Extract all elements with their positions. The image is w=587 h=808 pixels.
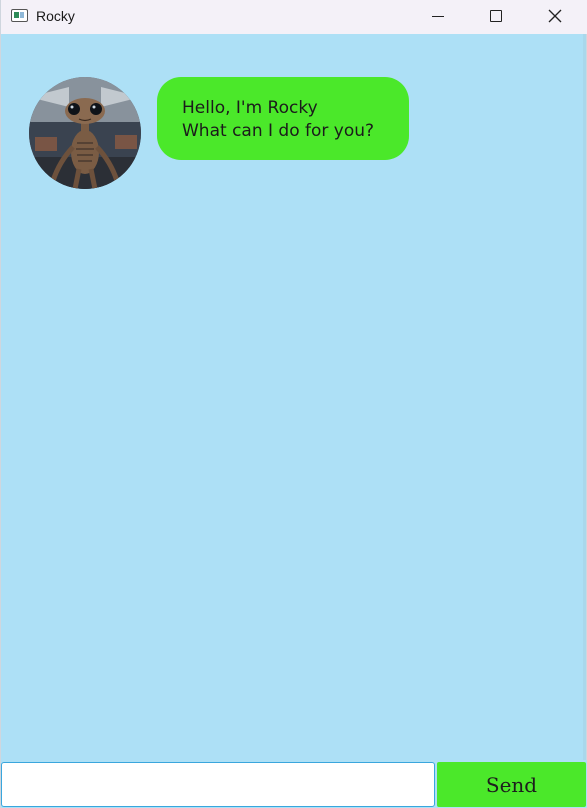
scrollbar[interactable] (583, 34, 586, 760)
message-bubble: Hello, I'm Rocky What can I do for you? (157, 77, 409, 160)
close-icon (548, 9, 562, 23)
minimize-button[interactable] (415, 0, 461, 32)
maximize-icon (490, 10, 502, 22)
close-button[interactable] (532, 0, 578, 32)
app-window: Rocky Hello, I'm Rocky What can I do for… (0, 0, 587, 808)
alien-avatar-image (29, 77, 141, 189)
window-title: Rocky (36, 8, 75, 24)
message-input[interactable] (1, 762, 435, 807)
maximize-button[interactable] (473, 0, 519, 32)
alien-avatar (29, 77, 141, 189)
app-window-icon (11, 9, 28, 22)
send-button[interactable]: Send (437, 762, 586, 807)
message-line: What can I do for you? (182, 121, 375, 141)
minimize-icon (432, 15, 444, 17)
title-bar[interactable]: Rocky (1, 0, 587, 34)
chat-area[interactable]: Hello, I'm Rocky What can I do for you? (1, 34, 586, 760)
message-line: Hello, I'm Rocky (182, 98, 318, 118)
